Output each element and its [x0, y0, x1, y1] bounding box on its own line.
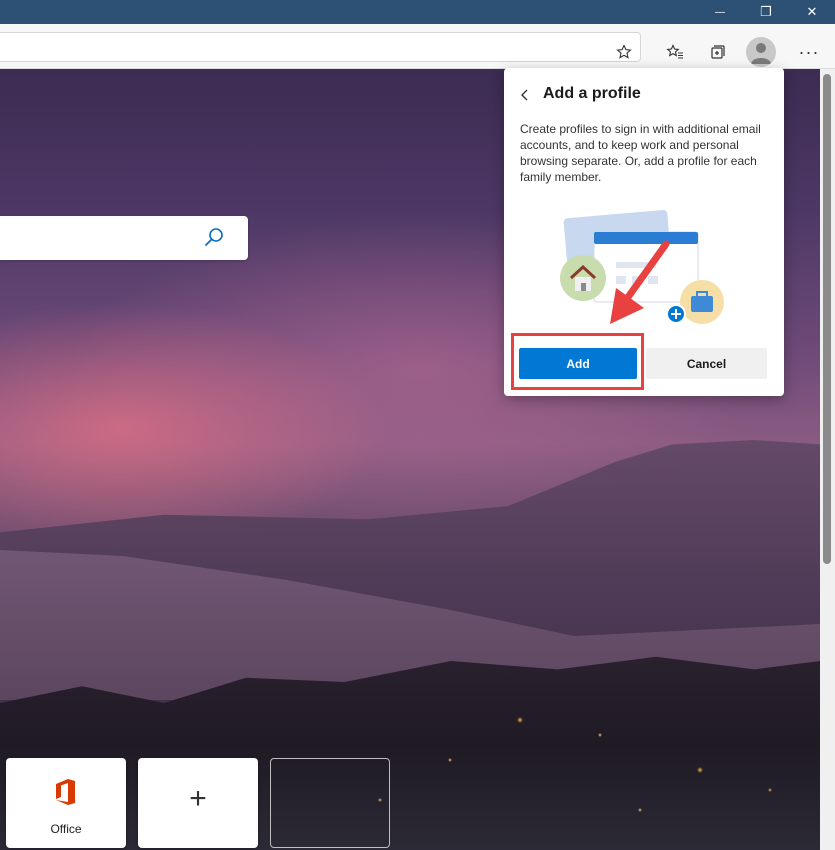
address-bar[interactable]: [0, 32, 641, 62]
more-icon: ···: [798, 41, 820, 62]
annotation-highlight-box: [511, 333, 644, 390]
empty-tile-slot: [270, 758, 390, 848]
restore-button[interactable]: ❐: [743, 0, 789, 24]
cancel-button[interactable]: Cancel: [646, 348, 767, 379]
flyout-title: Add a profile: [543, 85, 641, 102]
quick-link-office[interactable]: Office: [6, 758, 126, 848]
plus-icon: +: [189, 782, 207, 815]
close-button[interactable]: ✕: [789, 0, 835, 24]
settings-and-more-button[interactable]: ···: [796, 38, 822, 66]
collections-button[interactable]: [702, 38, 732, 66]
restore-icon: ❐: [760, 4, 772, 19]
annotation-arrow-icon: [610, 240, 670, 324]
profile-button[interactable]: [746, 37, 776, 67]
title-bar: — ❐ ✕: [0, 0, 835, 24]
favorite-star-button[interactable]: [612, 40, 636, 64]
collections-icon: [711, 45, 725, 59]
close-icon: ✕: [806, 4, 818, 19]
minimize-icon: —: [715, 6, 725, 18]
favorites-icon: [666, 44, 683, 59]
search-icon[interactable]: [202, 226, 226, 250]
favorites-button[interactable]: [660, 38, 690, 66]
scrollbar-thumb[interactable]: [823, 74, 831, 564]
minimize-button[interactable]: —: [697, 0, 743, 24]
office-icon: [56, 779, 75, 805]
chevron-left-icon: [521, 89, 528, 101]
add-quick-link-button[interactable]: +: [138, 758, 258, 848]
flyout-description: Create profiles to sign in with addition…: [520, 122, 761, 184]
quick-link-label: Office: [50, 822, 82, 836]
star-icon: [616, 44, 632, 59]
back-button[interactable]: [514, 84, 536, 106]
avatar-icon: [751, 43, 771, 64]
